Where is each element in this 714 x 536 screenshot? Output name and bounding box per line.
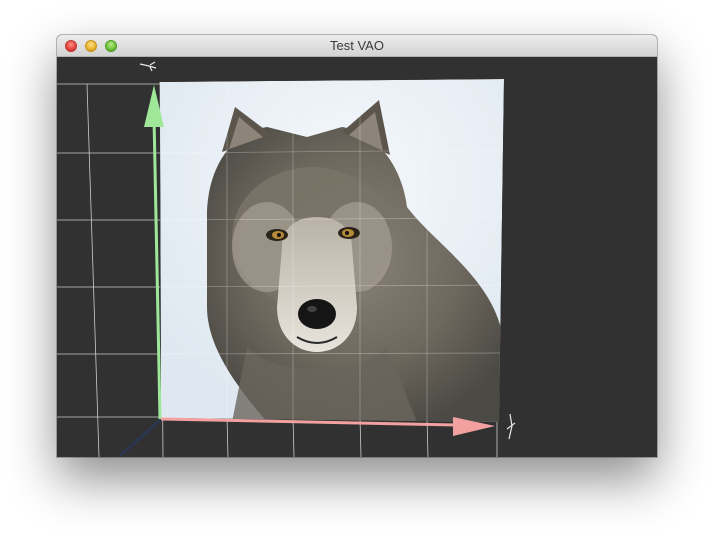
gl-viewport[interactable] <box>57 57 657 457</box>
y-axis-label-icon <box>139 61 157 72</box>
x-axis-label-icon <box>506 413 516 440</box>
wolf-image <box>160 79 504 422</box>
app-window: Test VAO <box>57 35 657 457</box>
window-title: Test VAO <box>330 38 384 53</box>
title-bar[interactable]: Test VAO <box>57 35 657 57</box>
scene-canvas[interactable] <box>57 57 657 457</box>
z-axis <box>117 417 163 457</box>
